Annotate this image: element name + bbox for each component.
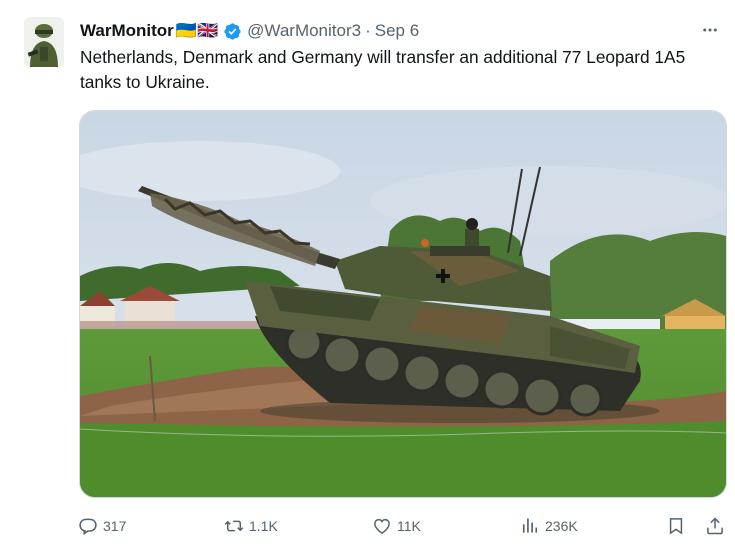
share-icon	[707, 517, 723, 535]
repost-button[interactable]: 1.1K	[224, 511, 278, 541]
avatar-soldier-image	[24, 17, 64, 67]
share-button[interactable]	[705, 511, 725, 541]
bookmark-button[interactable]	[666, 511, 686, 541]
repost-count: 1.1K	[249, 518, 278, 534]
author-name[interactable]: WarMonitor	[80, 21, 174, 41]
more-icon[interactable]	[699, 20, 721, 40]
tank-photo	[80, 111, 726, 497]
bookmark-icon	[669, 518, 683, 535]
author-avatar[interactable]	[24, 17, 64, 67]
tweet-text: Netherlands, Denmark and Germany will tr…	[80, 47, 686, 92]
views-button[interactable]: 236K	[520, 511, 578, 541]
heart-icon	[374, 518, 390, 534]
separator-dot: ·	[365, 21, 371, 40]
tweet-media-image[interactable]	[79, 110, 727, 498]
author-handle[interactable]: @WarMonitor3	[247, 21, 361, 41]
tweet-date[interactable]: Sep 6	[375, 21, 419, 41]
views-icon	[522, 518, 538, 533]
verified-badge-icon	[223, 22, 242, 41]
like-button[interactable]: 11K	[372, 511, 421, 541]
like-count: 11K	[397, 518, 421, 534]
reply-button[interactable]: 317	[78, 511, 126, 541]
views-count: 236K	[545, 518, 578, 534]
flags-emoji: 🇺🇦🇬🇧	[175, 21, 219, 40]
repost-icon	[224, 520, 244, 532]
tweet-header: WarMonitor 🇺🇦🇬🇧 @WarMonitor3 · Sep 6	[80, 19, 725, 43]
reply-count: 317	[103, 518, 127, 534]
tweet-action-bar: 317 1.1K 11K 236K	[78, 511, 728, 541]
reply-icon	[79, 518, 97, 536]
